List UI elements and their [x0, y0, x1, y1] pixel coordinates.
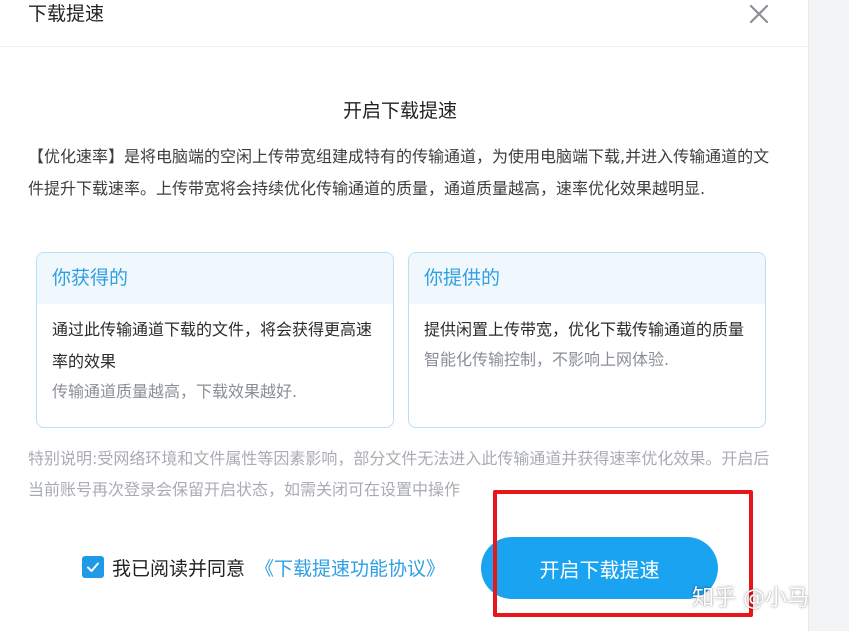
- agreement-row: 我已阅读并同意 《下载提速功能协议》: [82, 553, 445, 581]
- close-icon[interactable]: [748, 3, 770, 25]
- card-sub-text: 智能化传输控制，不影响上网体验.: [424, 350, 670, 369]
- intro-paragraph: 【优化速率】是将电脑端的空闲上传带宽组建成特有的传输通道，为使用电脑端下载,并进…: [28, 147, 770, 198]
- benefit-card-provide: 你提供的 提供闲置上传带宽，优化下载传输通道的质量 智能化传输控制，不影响上网体…: [408, 252, 766, 428]
- headline: 开启下载提速: [342, 100, 457, 122]
- watermark-text: 知乎 @小马: [692, 586, 809, 611]
- background-strip: [808, 0, 849, 631]
- checkmark-icon: [87, 562, 99, 572]
- card-body: 通过此传输通道下载的文件，将会获得更高速率的效果 传输通道质量越高，下载效果越好…: [37, 304, 393, 406]
- agreement-label: 我已阅读并同意: [112, 557, 246, 580]
- dialog-header: 下载提速: [0, 0, 808, 47]
- speedup-dialog: 下载提速 开启下载提速 【优化速率】是将电脑端的空闲上传带宽组建成特有的传输通道…: [0, 0, 808, 631]
- card-title: 你提供的: [409, 253, 765, 304]
- agreement-link[interactable]: 《下载提速功能协议》: [255, 554, 445, 581]
- card-body: 提供闲置上传带宽，优化下载传输通道的质量 智能化传输控制，不影响上网体验.: [409, 304, 765, 374]
- card-main-text: 通过此传输通道下载的文件，将会获得更高速率的效果: [52, 320, 373, 371]
- benefit-card-gain: 你获得的 通过此传输通道下载的文件，将会获得更高速率的效果 传输通道质量越高，下…: [36, 252, 394, 428]
- card-main-text: 提供闲置上传带宽，优化下载传输通道的质量: [424, 320, 745, 339]
- card-title: 你获得的: [37, 253, 393, 304]
- dialog-title: 下载提速: [28, 3, 105, 25]
- agreement-checkbox[interactable]: [82, 556, 104, 578]
- screenshot: 下载提速 开启下载提速 【优化速率】是将电脑端的空闲上传带宽组建成特有的传输通道…: [0, 0, 849, 631]
- card-sub-text: 传输通道质量越高，下载效果越好.: [52, 382, 298, 401]
- special-note: 特别说明:受网络环境和文件属性等因素影响，部分文件无法进入此传输通道并获得速率优…: [28, 449, 770, 499]
- enable-speedup-button[interactable]: 开启下载提速: [481, 537, 718, 599]
